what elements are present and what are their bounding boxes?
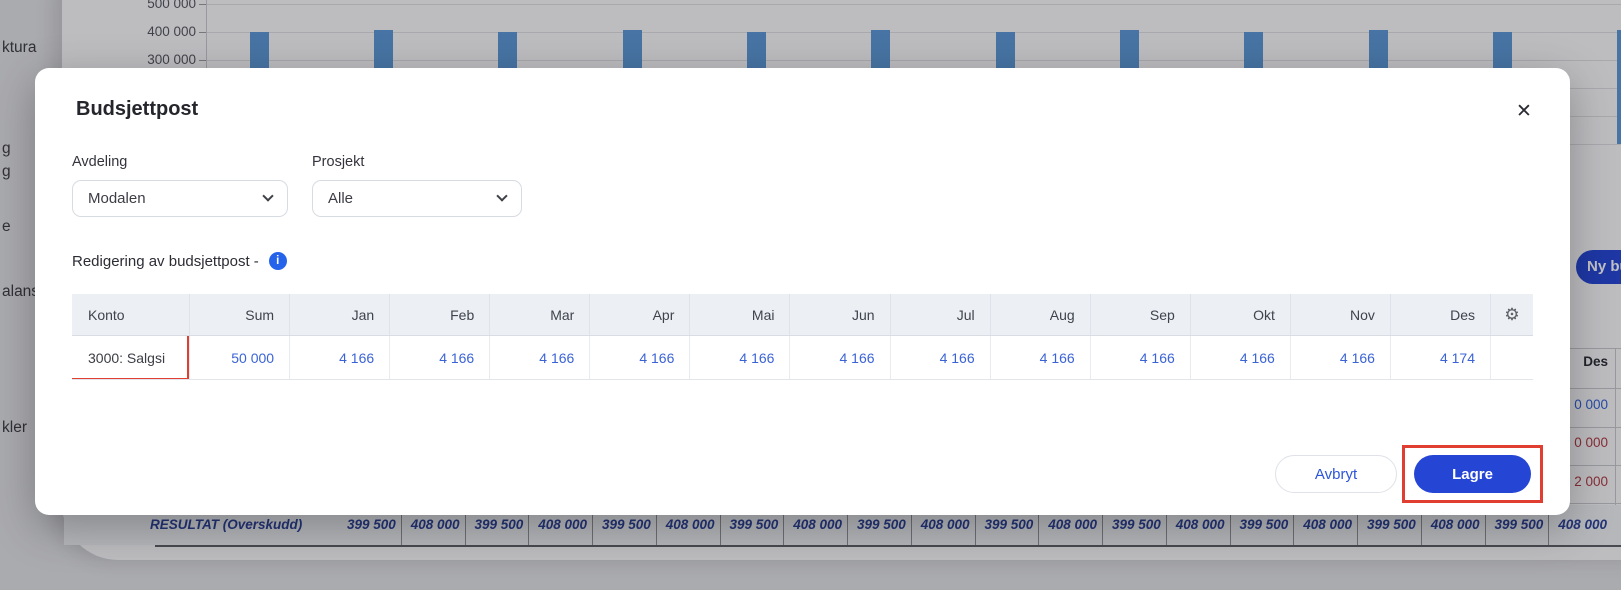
header-cell-month: Jun [790, 294, 890, 335]
month-value-cell[interactable]: 4 166 [1291, 336, 1391, 379]
month-value-cell[interactable]: 4 166 [1191, 336, 1291, 379]
month-value-cell[interactable]: 4 174 [1391, 336, 1491, 379]
chevron-down-icon [496, 190, 507, 201]
info-icon[interactable]: i [269, 252, 287, 270]
month-value-cell[interactable]: 4 166 [991, 336, 1091, 379]
header-cell-month: Apr [590, 294, 690, 335]
month-value-cell[interactable]: 4 166 [1091, 336, 1191, 379]
prosjekt-label: Prosjekt [312, 154, 364, 170]
month-value-cell[interactable]: 4 166 [690, 336, 790, 379]
month-value-cell[interactable]: 4 166 [490, 336, 590, 379]
table-row: 3000: Salgsi 50 000 4 166 4 166 4 166 4 … [72, 336, 1533, 380]
gear-icon[interactable]: ⚙ [1491, 294, 1533, 335]
table-header-row: Konto Sum Jan Feb Mar Apr Mai Jun Jul Au… [72, 294, 1533, 336]
header-cell-month: Mar [490, 294, 590, 335]
sum-cell[interactable]: 50 000 [190, 336, 290, 379]
app-screenshot: ktura g g e alans kler 500 000 400 000 3… [0, 0, 1621, 590]
save-button[interactable]: Lagre [1414, 455, 1531, 493]
close-button[interactable]: ✕ [1506, 93, 1542, 129]
header-cell-month: Mai [690, 294, 790, 335]
red-annotation-save: Lagre [1402, 445, 1543, 503]
prosjekt-select[interactable]: Alle [312, 180, 522, 217]
header-cell-month: Jan [290, 294, 390, 335]
header-cell-month: Jul [891, 294, 991, 335]
close-icon: ✕ [1516, 100, 1532, 123]
month-value-cell[interactable]: 4 166 [290, 336, 390, 379]
header-cell-month: Des [1391, 294, 1491, 335]
prosjekt-select-value: Alle [328, 190, 353, 207]
header-cell-month: Aug [991, 294, 1091, 335]
gear-column-empty-cell [1491, 336, 1533, 379]
section-title: Redigering av budsjettpost - [72, 253, 259, 270]
header-cell-konto: Konto [72, 294, 190, 335]
budget-table: Konto Sum Jan Feb Mar Apr Mai Jun Jul Au… [72, 294, 1533, 380]
header-cell-sum: Sum [190, 294, 290, 335]
month-value-cell[interactable]: 4 166 [390, 336, 490, 379]
header-cell-month: Okt [1191, 294, 1291, 335]
header-cell-month: Sep [1091, 294, 1191, 335]
month-value-cell[interactable]: 4 166 [790, 336, 890, 379]
konto-cell: 3000: Salgsi [72, 336, 190, 379]
avdeling-label: Avdeling [72, 154, 127, 170]
budsjettpost-modal: Budsjettpost ✕ Avdeling Prosjekt Modalen… [35, 68, 1570, 515]
konto-cell-text: 3000: Salgsi [88, 350, 165, 366]
chevron-down-icon [262, 190, 273, 201]
page-title: Budsjettpost [76, 98, 198, 121]
month-value-cell[interactable]: 4 166 [590, 336, 690, 379]
header-cell-month: Feb [390, 294, 490, 335]
avdeling-select-value: Modalen [88, 190, 146, 207]
cancel-button[interactable]: Avbryt [1275, 455, 1397, 493]
header-cell-month: Nov [1291, 294, 1391, 335]
month-value-cell[interactable]: 4 166 [891, 336, 991, 379]
avdeling-select[interactable]: Modalen [72, 180, 288, 217]
